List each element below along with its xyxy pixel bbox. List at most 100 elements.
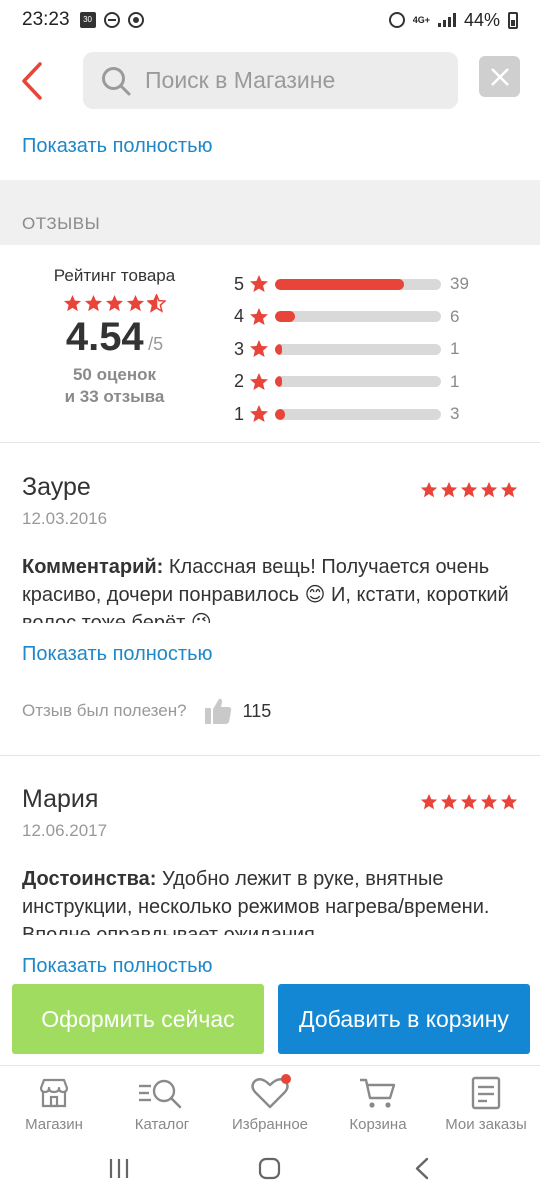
tab-favorites[interactable]: Избранное [216, 1066, 324, 1145]
bottom-tab-bar: Магазин Каталог Избранное Корзина Мои за… [0, 1065, 540, 1145]
tab-label: Мои заказы [445, 1116, 527, 1133]
signal-icon [437, 13, 456, 27]
review-stars [420, 481, 518, 499]
review-card: Зауре 12.03.2016 Комментарий: Классная в… [0, 473, 540, 755]
rating-bar-track [275, 311, 441, 323]
battery-icon [508, 11, 518, 29]
star-icon [63, 294, 82, 312]
rating-bar-track [275, 278, 441, 290]
star-icon [460, 793, 478, 810]
tab-label: Избранное [231, 1116, 309, 1133]
star-icon [420, 793, 438, 810]
review-date: 12.03.2016 [22, 509, 108, 528]
review-text: Комментарий: Классная вещь! Получается о… [22, 553, 518, 623]
close-search-button[interactable] [479, 56, 520, 97]
star-icon [250, 340, 268, 358]
review-card: Мария 12.06.2017 Достоинства: Удобно леж… [0, 785, 540, 975]
rating-bar-fill [275, 311, 295, 323]
star-icon [480, 793, 498, 810]
review-text: Достоинства: Удобно лежит в руке, внятны… [22, 865, 518, 935]
rating-count-value: 3 [450, 404, 460, 424]
rating-count-value: 1 [450, 339, 460, 359]
review-helpful: Отзыв был полезен? 115 [22, 696, 271, 726]
alarm-icon [388, 12, 405, 28]
cart-icon [360, 1078, 396, 1108]
show-full-review-link[interactable]: Показать полностью [22, 643, 213, 666]
tab-my-orders[interactable]: Мои заказы [432, 1066, 540, 1145]
average-value: 4.54 [65, 315, 144, 359]
tab-label: Корзина [349, 1116, 407, 1133]
show-full-description-link[interactable]: Показать полностью [22, 135, 213, 158]
orders-icon [471, 1076, 501, 1110]
rating-count-value: 39 [450, 274, 469, 294]
system-nav-bar [0, 1145, 540, 1200]
catalog-search-icon [139, 1079, 182, 1109]
tab-catalog[interactable]: Каталог [108, 1066, 216, 1145]
review-label: Комментарий: [22, 556, 164, 578]
rating-count-value: 6 [450, 306, 460, 326]
top-header: Поиск в Магазине [0, 48, 540, 114]
review-stars [420, 793, 518, 811]
star-icon [440, 481, 458, 498]
calendar-icon: 30 [79, 12, 96, 28]
tab-store[interactable]: Магазин [0, 1066, 108, 1145]
rating-star-label: 1 [234, 403, 245, 424]
order-now-button[interactable]: Оформить сейчас [12, 984, 264, 1054]
notification-dot [281, 1074, 291, 1084]
tab-label: Магазин [25, 1116, 83, 1133]
battery-percent: 44% [463, 9, 500, 30]
star-icon [250, 405, 268, 423]
search-icon [102, 66, 131, 95]
divider [0, 442, 540, 443]
reviews-section-title: ОТЗЫВЫ [0, 180, 540, 245]
helpful-label: Отзыв был полезен? [22, 701, 187, 720]
rating-bar-row: 46 [234, 301, 494, 334]
rating-count-value: 1 [450, 371, 460, 391]
star-icon [500, 481, 518, 498]
star-icon [250, 275, 268, 293]
back-nav-icon[interactable] [415, 1157, 429, 1180]
rating-bar-row: 21 [234, 366, 494, 399]
close-icon [490, 67, 509, 86]
home-icon[interactable] [258, 1157, 281, 1180]
rating-star-label: 4 [234, 306, 245, 327]
chevron-left-icon [22, 62, 42, 100]
review-author: Зауре [22, 473, 91, 501]
back-button[interactable] [16, 60, 52, 102]
average-stars [22, 294, 207, 313]
show-full-review-link[interactable]: Показать полностью [22, 955, 213, 975]
thumbs-up-icon[interactable] [203, 696, 233, 726]
star-icon [440, 793, 458, 810]
average-max: /5 [148, 334, 164, 354]
store-icon [39, 1078, 69, 1108]
star-icon [420, 481, 438, 498]
recent-apps-icon[interactable] [109, 1159, 129, 1178]
rating-bar-fill [275, 278, 405, 290]
add-to-cart-button[interactable]: Добавить в корзину [278, 984, 530, 1054]
rating-bar-row: 13 [234, 398, 494, 431]
network-type: 4G+ [412, 14, 430, 25]
search-input[interactable]: Поиск в Магазине [83, 52, 458, 109]
star-icon [126, 294, 145, 312]
star-icon [105, 294, 124, 312]
rating-bar-fill [275, 376, 282, 388]
rating-bar-track [275, 376, 441, 388]
rating-breakdown: 5 39 4 6 3 1 2 1 1 3 [234, 268, 494, 431]
reviews-count: и 33 отзыва [64, 387, 165, 406]
review-author: Мария [22, 785, 99, 813]
search-placeholder: Поиск в Магазине [145, 67, 336, 93]
tab-cart[interactable]: Корзина [324, 1066, 432, 1145]
review-date: 12.06.2017 [22, 821, 108, 840]
rating-bar-fill [275, 343, 282, 355]
star-icon [460, 481, 478, 498]
action-bar: Оформить сейчас Добавить в корзину [0, 984, 540, 1054]
divider [0, 755, 540, 756]
status-bar: 23:23 30 4G+ 44% [0, 0, 540, 40]
helpful-count: 115 [242, 700, 272, 721]
rating-title: Рейтинг товара [53, 266, 176, 285]
status-time: 23:23 [22, 9, 70, 30]
average-score: 4.54 /5 [22, 315, 207, 360]
sync-icon [127, 12, 144, 28]
rating-bar-row: 5 39 [234, 268, 494, 301]
rating-bar-track [275, 343, 441, 355]
